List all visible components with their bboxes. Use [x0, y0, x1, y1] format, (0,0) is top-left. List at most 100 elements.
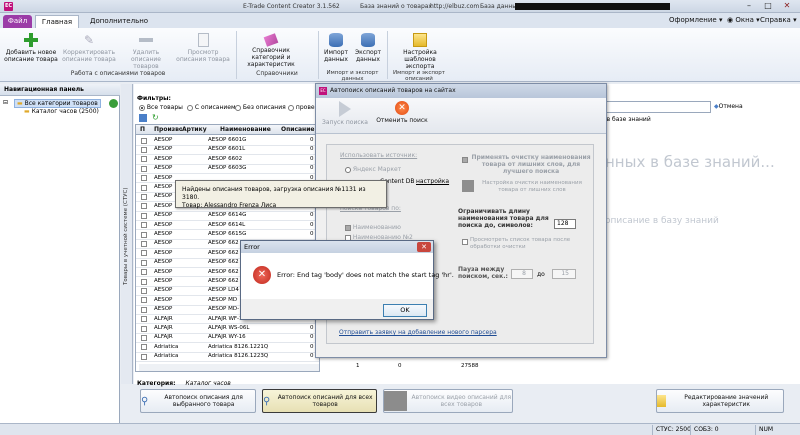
row-checkbox[interactable] — [141, 137, 147, 144]
cell-brand[interactable]: ALFAJR — [154, 324, 182, 333]
row-checkbox[interactable] — [141, 316, 147, 323]
cell-name[interactable]: AESOP 6614L — [208, 221, 280, 230]
row-checkbox[interactable] — [141, 156, 147, 163]
filter-without-desc[interactable]: Без описания — [235, 104, 286, 111]
import-data-button[interactable]: Импорт данных — [321, 33, 351, 63]
row-checkbox[interactable] — [141, 287, 147, 294]
kb-search-input[interactable] — [601, 101, 711, 113]
edit-values-button[interactable]: Редактирование значений характеристик — [656, 389, 784, 413]
cell-brand[interactable]: ALFAJR — [154, 315, 182, 324]
row-checkbox[interactable] — [141, 231, 147, 238]
minimize-button[interactable]: – — [740, 1, 758, 11]
cell-brand[interactable]: AESOP — [154, 211, 182, 220]
tab-file[interactable]: Файл — [3, 15, 32, 28]
tab-main[interactable]: Главная — [35, 15, 79, 28]
row-checkbox[interactable] — [141, 146, 147, 153]
cell-description[interactable]: 0 — [310, 145, 314, 154]
cell-name[interactable]: ALFAJR WS-06L — [208, 324, 280, 333]
cell-brand[interactable]: AESOP — [154, 230, 182, 239]
menu-design[interactable]: Оформление ▾ — [669, 16, 722, 24]
cell-brand[interactable]: AESOP — [154, 268, 182, 277]
cell-description[interactable]: 0 — [310, 333, 314, 342]
tree-expander[interactable]: ⊟ — [3, 99, 8, 106]
cell-brand[interactable]: AESOP — [154, 136, 182, 145]
row-checkbox[interactable] — [141, 269, 147, 276]
col-header-name[interactable]: Наименование — [220, 125, 271, 135]
tree-item-watch-catalog[interactable]: ▬ Каталог часов (2500) — [24, 108, 99, 115]
row-checkbox[interactable] — [141, 222, 147, 229]
delete-description-button[interactable]: Удалить описание товаров — [120, 33, 172, 70]
cell-brand[interactable]: AESOP — [154, 155, 182, 164]
cell-description[interactable]: 0 — [310, 136, 314, 145]
row-checkbox[interactable] — [141, 334, 147, 341]
autosearch-titlebar[interactable]: EC Автопоиск описаний товаров на сайтах — [316, 84, 606, 98]
clean-settings-icon[interactable] — [462, 180, 474, 192]
cell-description[interactable]: 0 — [310, 155, 314, 164]
checkbox-by-name[interactable] — [345, 224, 351, 231]
parser-request-link[interactable]: Отправить заявку на добавление нового па… — [339, 329, 497, 336]
close-button[interactable]: ✕ — [778, 1, 796, 11]
menu-windows[interactable]: ◉ Окна ▾ — [727, 16, 760, 24]
cell-description[interactable]: 0 — [310, 211, 314, 220]
row-checkbox[interactable] — [141, 184, 147, 191]
cell-description[interactable]: 0 — [310, 221, 314, 230]
cell-name[interactable]: Adriatica 8126.1223Q — [208, 352, 280, 361]
row-checkbox[interactable] — [141, 193, 147, 200]
autosearch-all-button[interactable]: ⚲ Автопоиск описаний для всех товаров — [262, 389, 377, 413]
cell-description[interactable]: 0 — [310, 230, 314, 239]
option-by-name[interactable]: Наименованию — [345, 224, 401, 231]
refresh-grid-icon[interactable]: ↻ — [152, 113, 159, 122]
col-header-brand[interactable]: Произво — [154, 125, 184, 135]
menu-help[interactable]: Справка ▾ — [760, 16, 797, 24]
row-checkbox[interactable] — [141, 353, 147, 360]
row-checkbox[interactable] — [141, 306, 147, 313]
cell-name[interactable]: AESOP 6615G — [208, 230, 280, 239]
cell-description[interactable]: 0 — [310, 343, 314, 352]
row-checkbox[interactable] — [141, 325, 147, 332]
cell-description[interactable]: 0 — [310, 164, 314, 173]
cell-brand[interactable]: Adriatica — [154, 343, 182, 352]
edit-description-button[interactable]: ✎ Корректировать описание товара — [60, 33, 118, 63]
radio-checked[interactable] — [288, 104, 294, 111]
cell-name[interactable]: ALFAJR WY-16 — [208, 333, 280, 342]
cell-brand[interactable]: Adriatica — [154, 352, 182, 361]
clean-settings-link[interactable]: Настройка очистки наименования товара от… — [476, 180, 588, 194]
maximize-button[interactable]: □ — [759, 1, 777, 11]
cell-brand[interactable]: AESOP — [154, 249, 182, 258]
col-header-check[interactable]: П — [140, 125, 146, 135]
ok-button[interactable]: OK — [383, 304, 427, 317]
catalog-button[interactable]: Справочник категорий и характеристик — [240, 33, 302, 68]
cell-name[interactable]: Adriatica 8126.1221Q — [208, 343, 280, 352]
pause-to-input[interactable]: 15 — [552, 269, 576, 279]
export-templates-button[interactable]: Настройка шаблонов экспорта — [389, 33, 451, 70]
app-url[interactable]: http://elbuz.com — [430, 3, 479, 10]
row-checkbox[interactable] — [141, 297, 147, 304]
col-header-sku[interactable]: Артику — [182, 125, 207, 135]
pause-from-input[interactable]: 8 — [511, 269, 533, 279]
cell-brand[interactable]: AESOP — [154, 239, 182, 248]
row-checkbox[interactable] — [141, 344, 147, 351]
filter-all[interactable]: Все товары — [139, 104, 183, 111]
add-description-button[interactable]: Добавить новое описание товара — [3, 33, 59, 63]
kb-cancel-link[interactable]: ◆Отмена — [714, 103, 743, 110]
cell-description[interactable]: 0 — [310, 352, 314, 361]
cell-brand[interactable]: AESOP — [154, 277, 182, 286]
row-checkbox[interactable] — [141, 278, 147, 285]
cell-name[interactable]: AESOP 6601G — [208, 136, 280, 145]
cell-name[interactable]: AESOP 6601L — [208, 145, 280, 154]
cell-brand[interactable]: AESOP — [154, 286, 182, 295]
view-description-button[interactable]: Просмотр описания товара — [174, 33, 232, 63]
cell-brand[interactable]: AESOP — [154, 221, 182, 230]
cell-brand[interactable]: AESOP — [154, 296, 182, 305]
cell-brand[interactable]: AESOP — [154, 305, 182, 314]
cell-brand[interactable]: AESOP — [154, 145, 182, 154]
row-checkbox[interactable] — [141, 250, 147, 257]
cell-name[interactable]: AESOP 6602 — [208, 155, 280, 164]
tree-item-all-categories[interactable]: ▬ Все категории товаров — [14, 99, 101, 108]
row-checkbox[interactable] — [141, 212, 147, 219]
export-grid-icon[interactable] — [139, 114, 147, 122]
error-close-button[interactable]: ✕ — [417, 242, 431, 252]
start-search-button[interactable]: Запуск поиска — [322, 101, 368, 126]
row-checkbox[interactable] — [141, 259, 147, 266]
tab-extra[interactable]: Дополнительно — [84, 15, 154, 28]
